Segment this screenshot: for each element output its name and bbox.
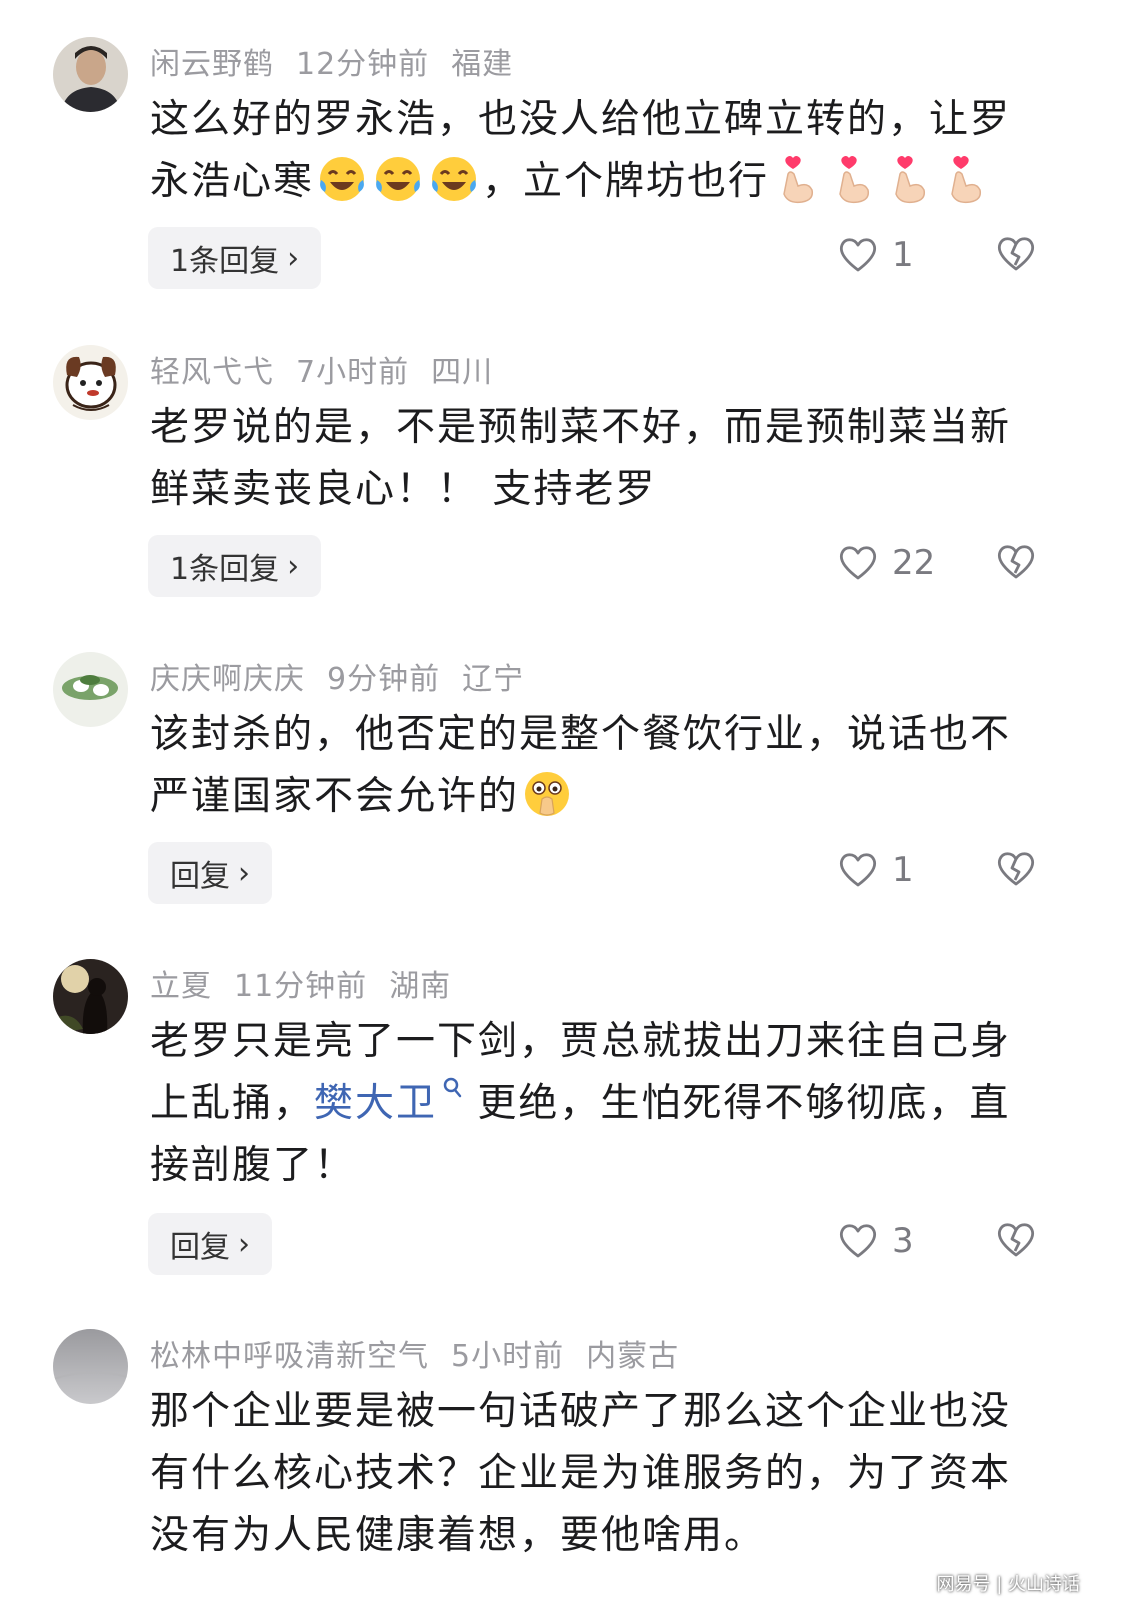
laughing-crying-emoji: [320, 157, 365, 201]
comment-meta: 松林中呼吸清新空气 5小时前 内蒙古: [150, 1331, 701, 1375]
comment-meta: 庆庆啊庆庆 9分钟前 辽宁: [150, 654, 546, 698]
broken-heart-icon: [998, 1223, 1034, 1257]
laughing-crying-emoji: [376, 157, 421, 201]
location: 湖南: [389, 969, 452, 1004]
heart-icon: [840, 238, 876, 272]
location: 四川: [431, 355, 494, 390]
view-replies-button[interactable]: 1条回复 ›: [148, 227, 322, 289]
heart-icon: [840, 1224, 876, 1258]
finger-heart-emoji: [783, 156, 814, 204]
timestamp: 7小时前: [296, 355, 410, 390]
reply-label: 回复: [170, 859, 230, 894]
finger-heart-emoji: [951, 156, 982, 204]
reply-button[interactable]: 回复 ›: [148, 842, 272, 904]
search-icon: [443, 1077, 462, 1098]
finger-heart-emoji: [839, 156, 870, 204]
username[interactable]: 松林中呼吸清新空气: [150, 1339, 429, 1374]
chevron-right-icon: ›: [287, 548, 300, 584]
like-count: 1: [892, 850, 914, 890]
heart-icon: [840, 853, 876, 887]
location: 福建: [451, 47, 514, 82]
watermark: 网易号 | 火山诗话: [936, 1574, 1080, 1595]
comment-text-part: 该封杀的，他否定的是整个餐饮行业，说话也不严谨国家不会允许的: [150, 712, 1012, 819]
dislike-button[interactable]: [996, 850, 1036, 892]
comment-text: 这么好的罗永浩，也没人给他立碑立转的，让罗永浩心寒 ，立个牌坊也行: [150, 89, 1050, 213]
heart-icon: [840, 546, 876, 580]
comment-meta: 闲云野鹤 12分钟前 福建: [150, 39, 535, 83]
mention-link[interactable]: 樊大卫: [314, 1077, 463, 1126]
username[interactable]: 立夏: [150, 969, 212, 1004]
timestamp: 11分钟前: [234, 969, 368, 1004]
location: 辽宁: [462, 662, 525, 697]
reply-label: 1条回复: [170, 244, 280, 279]
avatar[interactable]: [53, 1329, 128, 1404]
timestamp: 9分钟前: [327, 662, 441, 697]
username[interactable]: 轻风弋弋: [150, 355, 274, 390]
reply-label: 回复: [170, 1230, 230, 1265]
shushing-face-emoji: [525, 772, 570, 816]
reply-button[interactable]: 回复 ›: [148, 1213, 272, 1275]
avatar[interactable]: [53, 37, 128, 112]
comment-text: 老罗只是亮了一下剑，贾总就拔出刀来往自己身上乱捅，樊大卫 更绝，生怕死得不够彻底…: [150, 1011, 1050, 1197]
laughing-crying-emoji: [432, 157, 477, 201]
chevron-right-icon: ›: [238, 1226, 250, 1262]
username[interactable]: 庆庆啊庆庆: [150, 662, 305, 697]
finger-heart-emoji: [895, 156, 926, 204]
like-button[interactable]: 1: [838, 850, 914, 890]
like-count: 3: [892, 1221, 914, 1261]
avatar[interactable]: [53, 652, 128, 727]
timestamp: 5小时前: [451, 1339, 565, 1374]
dislike-button[interactable]: [996, 235, 1036, 277]
like-count: 1: [892, 235, 914, 275]
location: 内蒙古: [586, 1339, 680, 1374]
username[interactable]: 闲云野鹤: [150, 47, 274, 82]
reply-label: 1条回复: [170, 552, 280, 587]
like-button[interactable]: 3: [838, 1221, 914, 1261]
comment-text: 老罗说的是，不是预制菜不好，而是预制菜当新鲜菜卖丧良心！！ 支持老罗: [150, 405, 1012, 512]
broken-heart-icon: [998, 237, 1034, 271]
avatar[interactable]: [53, 345, 128, 420]
dislike-button[interactable]: [996, 543, 1036, 585]
view-replies-button[interactable]: 1条回复 ›: [148, 535, 322, 597]
chevron-right-icon: ›: [287, 240, 300, 276]
dislike-button[interactable]: [996, 1221, 1036, 1263]
broken-heart-icon: [998, 545, 1034, 579]
timestamp: 12分钟前: [296, 47, 430, 82]
comment-meta: 轻风弋弋 7小时前 四川: [150, 347, 515, 391]
mention-text: 樊大卫: [314, 1081, 438, 1126]
broken-heart-icon: [998, 852, 1034, 886]
comment-text-part: ，立个牌坊也行: [482, 159, 770, 204]
comment-meta: 立夏 11分钟前 湖南: [150, 961, 473, 1005]
like-button[interactable]: 1: [838, 235, 914, 275]
like-count: 22: [892, 543, 936, 583]
like-button[interactable]: 22: [838, 543, 935, 583]
comment-text: 那个企业要是被一句话破产了那么这个企业也没有什么核心技术？企业是为谁服务的，为了…: [150, 1389, 1012, 1558]
chevron-right-icon: ›: [238, 855, 250, 891]
comment-text: 该封杀的，他否定的是整个餐饮行业，说话也不严谨国家不会允许的: [150, 704, 1050, 828]
avatar[interactable]: [53, 959, 128, 1034]
